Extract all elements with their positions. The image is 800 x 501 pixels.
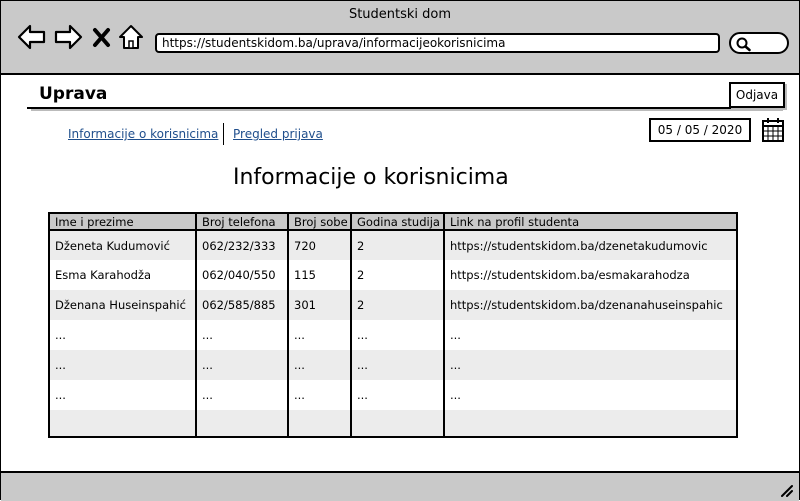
table-row[interactable]: Dženana Huseinspahić 062/585/885 301 2 h… <box>50 290 736 320</box>
cell-name: Esma Karahodža <box>50 260 197 290</box>
status-bar <box>1 471 799 501</box>
cell-profile-link[interactable]: https://studentskidom.ba/dzenanahuseinsp… <box>444 290 736 320</box>
resize-handle-icon[interactable] <box>779 483 793 497</box>
cell-profile-link[interactable]: https://studentskidom.ba/dzenetakudumovi… <box>444 230 736 260</box>
cell-year: 2 <box>351 260 445 290</box>
app-title: Uprava <box>39 84 108 104</box>
forward-button[interactable] <box>53 23 83 51</box>
table-row[interactable] <box>50 410 736 436</box>
calendar-button[interactable] <box>761 117 785 147</box>
table-row[interactable]: Esma Karahodža 062/040/550 115 2 https:/… <box>50 260 736 290</box>
cell-profile-link: ... <box>450 358 461 372</box>
arrow-right-icon <box>54 24 83 50</box>
search-box[interactable] <box>729 32 789 54</box>
table-row[interactable]: ... ... ... ... ... <box>50 350 736 380</box>
column-header[interactable]: Godina studija <box>351 214 445 231</box>
cell-name: ... <box>50 350 197 380</box>
cell-room <box>288 410 352 436</box>
cell-profile-link: ... <box>450 328 461 342</box>
table-header-row: Ime i prezime Broj telefona Broj sobe Go… <box>50 214 736 231</box>
cell-name <box>50 410 197 436</box>
cell-phone: 062/232/333 <box>196 230 289 260</box>
tab-informacije-o-korisnicima[interactable]: Informacije o korisnicima <box>68 127 218 141</box>
cell-room: ... <box>288 320 352 350</box>
column-header[interactable]: Broj sobe <box>288 214 352 231</box>
cell-name: ... <box>50 320 197 350</box>
table-row[interactable]: ... ... ... ... ... <box>50 320 736 350</box>
cell-profile-link: ... <box>450 388 461 402</box>
arrow-left-icon <box>17 24 46 50</box>
column-header[interactable]: Ime i prezime <box>50 214 197 231</box>
users-table: Ime i prezime Broj telefona Broj sobe Go… <box>48 212 738 438</box>
search-icon <box>736 37 751 52</box>
browser-chrome: Studentski dom https://studentskidom.ba/… <box>1 1 799 75</box>
logout-button[interactable]: Odjava <box>729 82 785 108</box>
tab-separator <box>223 123 224 145</box>
header-divider-shadow <box>31 109 783 111</box>
cell-name: Dženeta Kudumović <box>50 230 197 260</box>
cell-year: ... <box>351 320 445 350</box>
tab-pregled-prijava[interactable]: Pregled prijava <box>233 127 323 141</box>
cell-room: 720 <box>288 230 352 260</box>
page-content: Uprava Odjava Informacije o korisnicima … <box>1 75 799 471</box>
close-icon <box>93 28 110 47</box>
cell-room: ... <box>288 350 352 380</box>
cell-name: ... <box>50 380 197 410</box>
column-header[interactable]: Link na profil studenta <box>444 214 736 231</box>
table-row[interactable]: ... ... ... ... ... <box>50 380 736 410</box>
url-bar[interactable]: https://studentskidom.ba/uprava/informac… <box>155 33 720 53</box>
home-button[interactable] <box>118 23 144 51</box>
cell-name: Dženana Huseinspahić <box>50 290 197 320</box>
cell-year: ... <box>351 380 445 410</box>
header-divider <box>27 107 779 109</box>
cell-phone: ... <box>196 320 289 350</box>
date-field[interactable]: 05 / 05 / 2020 <box>649 118 751 142</box>
cell-phone <box>196 410 289 436</box>
cell-year: ... <box>351 350 445 380</box>
cell-phone: ... <box>196 380 289 410</box>
cell-room: 301 <box>288 290 352 320</box>
back-button[interactable] <box>17 23 47 51</box>
cell-room: 115 <box>288 260 352 290</box>
table-row[interactable]: Dženeta Kudumović 062/232/333 720 2 http… <box>50 230 736 260</box>
calendar-icon <box>762 118 784 142</box>
cell-profile-link <box>444 410 736 436</box>
cell-room: ... <box>288 380 352 410</box>
cell-phone: ... <box>196 350 289 380</box>
cell-year <box>351 410 445 436</box>
cell-year: 2 <box>351 290 445 320</box>
cell-year: 2 <box>351 230 445 260</box>
browser-window: Studentski dom https://studentskidom.ba/… <box>0 0 800 501</box>
window-title: Studentski dom <box>348 7 452 22</box>
stop-button[interactable] <box>91 23 113 51</box>
cell-phone: 062/585/885 <box>196 290 289 320</box>
cell-phone: 062/040/550 <box>196 260 289 290</box>
home-icon <box>119 25 143 49</box>
column-header[interactable]: Broj telefona <box>196 214 289 231</box>
cell-profile-link[interactable]: https://studentskidom.ba/esmakarahodza <box>444 260 736 290</box>
page-title: Informacije o korisnicima <box>233 165 509 190</box>
